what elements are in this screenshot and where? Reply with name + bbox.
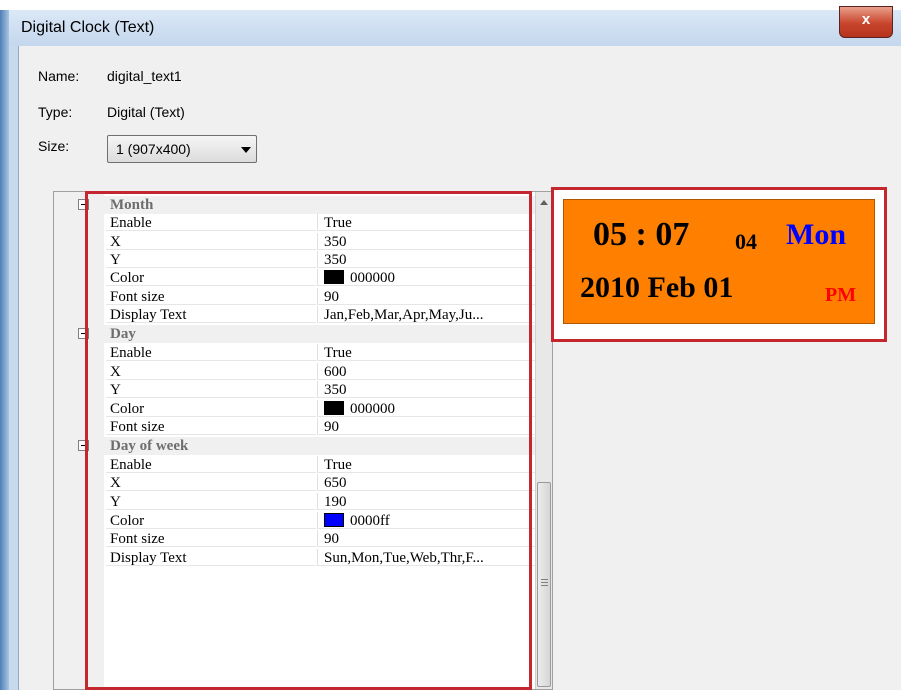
property-name: Color [106, 400, 316, 417]
scrollbar-thumb[interactable] [537, 482, 551, 687]
property-value[interactable]: 90 [317, 288, 535, 305]
property-name: Font size [106, 530, 316, 547]
property-value[interactable]: 350 [317, 381, 535, 398]
property-name: Y [106, 381, 316, 398]
name-value: digital_text1 [107, 68, 182, 84]
clock-preview: 05 : 07 04 Mon 2010 Feb 01 PM [563, 199, 875, 324]
property-value[interactable]: True [317, 456, 535, 473]
close-icon: x [861, 11, 871, 28]
property-name: Color [106, 512, 316, 529]
property-value[interactable]: 0000ff [317, 512, 535, 529]
vertical-scrollbar[interactable] [535, 192, 552, 689]
title-bar[interactable]: Digital Clock (Text) x [9, 6, 901, 46]
color-value: 0000ff [350, 513, 390, 529]
property-name: Display Text [106, 549, 316, 566]
category-row-day[interactable]: Day [54, 325, 535, 343]
type-value: Digital (Text) [107, 104, 185, 120]
property-value[interactable]: 000000 [317, 269, 535, 286]
property-row[interactable]: X 350 [54, 233, 535, 251]
property-row[interactable]: Font size 90 [54, 418, 535, 436]
property-value[interactable]: 350 [317, 233, 535, 250]
close-button[interactable]: x [839, 6, 893, 38]
color-swatch [324, 270, 344, 284]
preview-time: 05 : 07 [593, 216, 690, 253]
color-value: 000000 [350, 270, 395, 286]
property-value[interactable]: Jan,Feb,Mar,Apr,May,Ju... [317, 306, 535, 323]
property-row[interactable]: X 650 [54, 474, 535, 492]
scroll-up-icon[interactable] [540, 200, 548, 205]
property-row[interactable]: Y 190 [54, 493, 535, 511]
category-name: Month [110, 197, 154, 213]
property-name: Display Text [106, 306, 316, 323]
property-value[interactable]: Sun,Mon,Tue,Web,Thr,F... [317, 549, 535, 566]
preview-day-of-week: Mon [786, 218, 846, 251]
property-name: X [106, 474, 316, 491]
grip-icon [541, 579, 548, 580]
category-row-month[interactable]: Month [54, 196, 535, 214]
property-name: Enable [106, 456, 316, 473]
property-name: Font size [106, 418, 316, 435]
preview-date: 2010 Feb 01 [580, 271, 734, 304]
window-title: Digital Clock (Text) [21, 19, 155, 36]
property-row[interactable]: Enable True [54, 344, 535, 362]
color-value: 000000 [350, 401, 395, 417]
property-name: X [106, 233, 316, 250]
type-label: Type: [38, 104, 73, 120]
preview-ampm: PM [825, 284, 857, 306]
collapse-icon[interactable] [78, 328, 89, 339]
size-label: Size: [38, 138, 70, 154]
property-name: Y [106, 493, 316, 510]
property-value[interactable]: True [317, 214, 535, 231]
property-value[interactable]: 000000 [317, 400, 535, 417]
property-value[interactable]: True [317, 344, 535, 361]
property-name: Enable [106, 344, 316, 361]
property-row[interactable]: Color 000000 [54, 400, 535, 418]
collapse-icon[interactable] [78, 199, 89, 210]
size-dropdown-value: 1 (907x400) [116, 141, 191, 157]
category-name: Day [110, 326, 136, 342]
color-swatch [324, 513, 344, 527]
property-row[interactable]: Display Text Jan,Feb,Mar,Apr,May,Ju... [54, 306, 535, 324]
clock-preview-frame: 05 : 07 04 Mon 2010 Feb 01 PM [551, 187, 887, 342]
property-row[interactable]: Font size 90 [54, 288, 535, 306]
collapse-icon[interactable] [78, 440, 89, 451]
property-row[interactable]: X 600 [54, 363, 535, 381]
window-left-border [0, 10, 9, 690]
property-grid[interactable]: Month Enable True X 350 Y 350 Color 000000 F… [53, 191, 553, 690]
dialog-client-area: Name: digital_text1 Type: Digital (Text)… [18, 46, 901, 690]
property-name: Enable [106, 214, 316, 231]
property-row[interactable]: Y 350 [54, 251, 535, 269]
property-name: Color [106, 269, 316, 286]
size-dropdown[interactable]: 1 (907x400) [107, 135, 257, 163]
property-row[interactable]: Display Text Sun,Mon,Tue,Web,Thr,F... [54, 549, 535, 567]
property-name: X [106, 363, 316, 380]
screen-top-strip [0, 0, 901, 10]
color-swatch [324, 401, 344, 415]
name-label: Name: [38, 68, 80, 84]
property-row[interactable]: Font size 90 [54, 530, 535, 548]
property-row[interactable]: Enable True [54, 456, 535, 474]
chevron-down-icon [241, 147, 251, 153]
property-row[interactable]: Y 350 [54, 381, 535, 399]
property-name: Font size [106, 288, 316, 305]
property-value[interactable]: 350 [317, 251, 535, 268]
property-row[interactable]: Color 000000 [54, 269, 535, 287]
category-name: Day of week [110, 438, 189, 454]
property-row[interactable]: Enable True [54, 214, 535, 232]
property-name: Y [106, 251, 316, 268]
property-value[interactable]: 650 [317, 474, 535, 491]
property-row[interactable]: Color 0000ff [54, 512, 535, 530]
property-value[interactable]: 190 [317, 493, 535, 510]
property-value[interactable]: 90 [317, 530, 535, 547]
preview-seconds: 04 [735, 229, 757, 254]
property-value[interactable]: 90 [317, 418, 535, 435]
category-row-day-of-week[interactable]: Day of week [54, 437, 535, 455]
property-value[interactable]: 600 [317, 363, 535, 380]
